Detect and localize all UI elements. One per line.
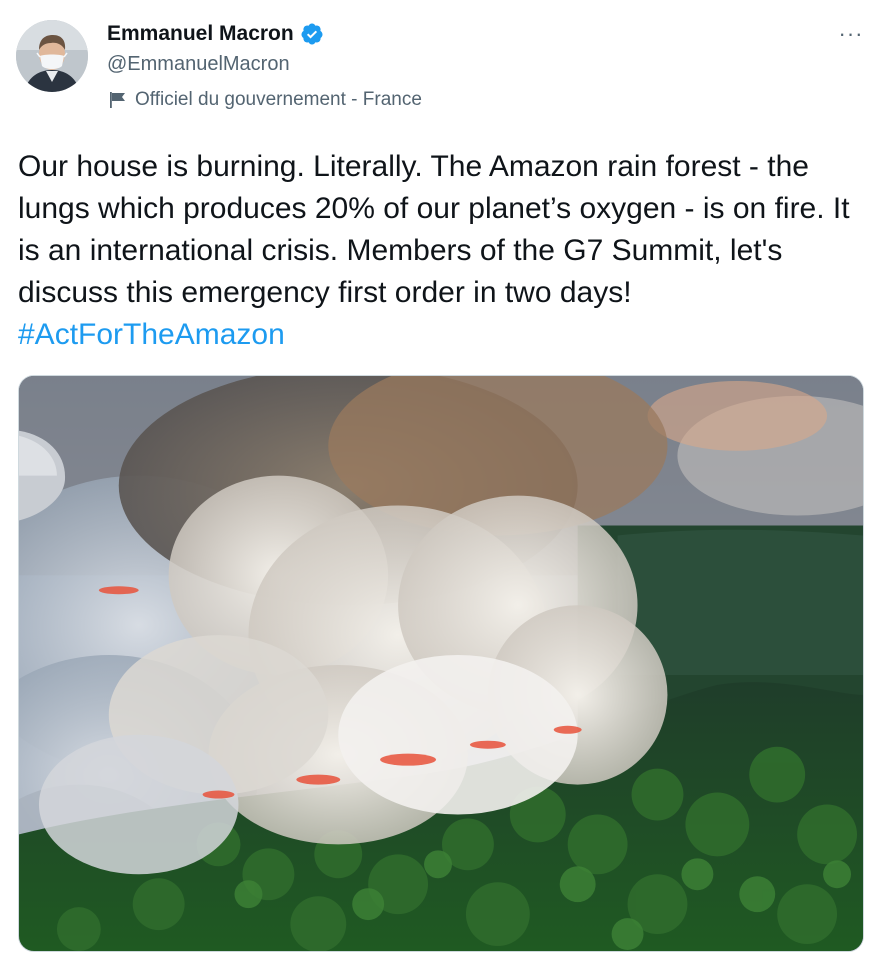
author-handle[interactable]: @EmmanuelMacron — [107, 51, 290, 77]
government-label-text: Officiel du gouvernement - France — [135, 89, 422, 110]
author-display-name[interactable]: Emmanuel Macron — [107, 20, 294, 48]
author-name-row: Emmanuel Macron — [107, 20, 324, 48]
more-options-button[interactable]: ··· — [836, 21, 866, 46]
verified-badge-icon — [300, 22, 324, 46]
tweet-photo[interactable] — [18, 375, 864, 952]
tweet-card: Emmanuel Macron @EmmanuelMacron Officiel… — [0, 0, 884, 968]
tweet-body: Our house is burning. Literally. The Ama… — [18, 150, 850, 309]
hashtag-link[interactable]: #ActForTheAmazon — [18, 318, 285, 351]
tweet-text: Our house is burning. Literally. The Ama… — [18, 146, 868, 356]
government-label[interactable]: Officiel du gouvernement - France — [107, 87, 422, 113]
avatar[interactable] — [16, 20, 88, 92]
flag-icon — [107, 89, 129, 111]
